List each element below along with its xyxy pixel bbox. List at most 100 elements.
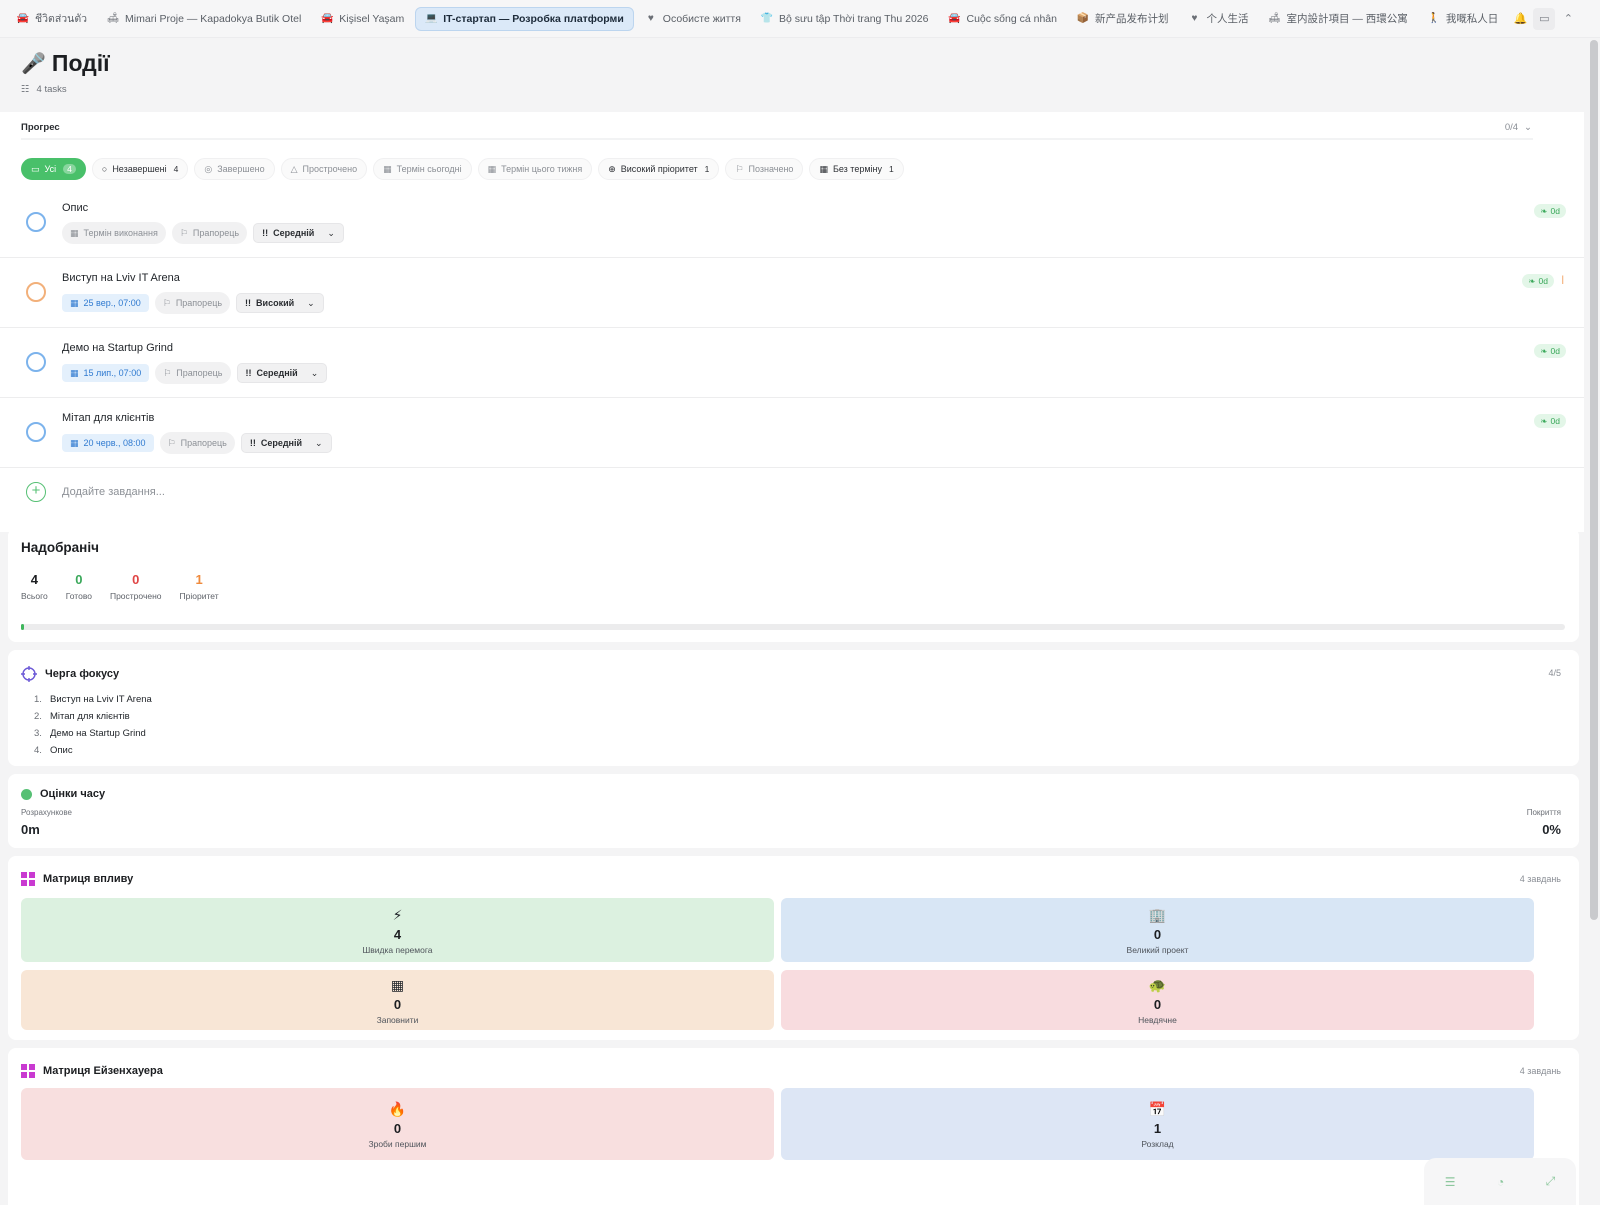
impact-quadrant-0[interactable]: ⚡ 4 Швидка перемога [21,898,774,962]
task-checkbox[interactable] [26,212,46,232]
stat-3: 1 Пріоритет [180,572,219,601]
focus-item-name: Опис [50,745,73,756]
app-window: 🚘 ชีวิตส่วนตัว 🛋 Mimari Proje — Kapadokya B… [0,0,1600,1205]
stat-2: 0 Прострочено [110,572,162,601]
flag-button[interactable]: ⚐ Прапорець [154,292,231,314]
tab-3[interactable]: 💻 IT-стартап — Розробка платформи [415,6,634,31]
timer-icon[interactable]: ◔ [1497,1175,1504,1189]
eisenhower-quadrant-1[interactable]: 📅 1 Розклад [781,1088,1534,1160]
tab-10[interactable]: 🚶 我嘅私人日 [1419,7,1508,31]
impact-quadrant-3[interactable]: 🐢 0 Невдячне [781,970,1534,1030]
add-icon[interactable]: + [26,482,46,502]
due-date-button[interactable]: ▦ Термін виконання [62,222,166,244]
calendar-icon: ▦ [70,297,79,308]
task-name[interactable]: Демо на Startup Grind [62,342,173,354]
task-checkbox[interactable] [26,352,46,372]
due-date-button[interactable]: ▦ 25 вер., 07:00 [62,294,149,312]
priority-select[interactable]: !! Середній ⌄ [253,223,344,243]
calendar-icon: ▦ [70,437,79,448]
task-list-panel: Прогрес 0/4 ⌄ ▭ Усі 4 ○ Незавершені 4 ◎ Заверше… [0,112,1584,532]
stat-value: 4 [30,572,38,587]
focus-item[interactable]: 2. Мітап для клієнтів [34,711,152,722]
task-row[interactable]: Опис ▦ Термін виконання ⚐ Прапорець!! Середні… [0,188,1584,258]
filter-label: Термін сьогодні [396,164,462,174]
priority-select[interactable]: !! Високий ⌄ [236,293,324,313]
tab-9[interactable]: 🛋 室内設計項目 — 西環公寓 [1259,7,1416,31]
task-count-text: 4 tasks [36,84,67,95]
calendar-icon: 📅 [1148,1100,1167,1117]
filter-0[interactable]: ▭ Усі 4 [21,158,86,180]
age-badge: ❧ 0d [1534,204,1566,218]
flag-button[interactable]: ⚐ Прапорець [171,222,248,244]
chevron-down-icon: ⌄ [315,437,323,448]
box-icon: 📦 [1076,13,1090,24]
filter-label: Позначено [748,164,794,174]
scrollbar[interactable] [1590,40,1598,920]
filter-1[interactable]: ○ Незавершені 4 [91,158,189,180]
expand-icon[interactable]: ⤢ [1546,1174,1556,1189]
due-date-button[interactable]: ▦ 15 лип., 07:00 [62,364,150,382]
progress-toggle[interactable]: 0/4 ⌄ [1505,122,1532,133]
impact-quadrant-2[interactable]: ▦ 0 Заповнити [21,970,774,1030]
focus-item[interactable]: 4. Опис [34,745,152,756]
impact-count: 4 завдань [1519,874,1561,884]
tab-0[interactable]: 🚘 ชีวิตส่วนตัว [8,7,96,31]
tab-7[interactable]: 📦 新产品发布计划 [1068,7,1178,31]
tab-8[interactable]: ♥ 个人生活 [1179,7,1257,31]
focus-item[interactable]: 3. Демо на Startup Grind [34,728,152,739]
flag-icon: ⚐ [179,227,188,238]
filter-8[interactable]: ▦ Без терміну 1 [809,158,904,180]
stat-label: Всього [21,591,48,601]
add-task-input[interactable]: Додайте завдання... [62,486,165,498]
task-checkbox[interactable] [26,422,46,442]
time-estimates-header: Оцінки часу [21,788,105,800]
priority-select[interactable]: !! Середній ⌄ [236,363,328,383]
focus-item[interactable]: 1. Виступ на Lviv IT Arena [34,694,152,705]
add-task-row[interactable]: + Додайте завдання... [0,468,1584,526]
list-icon[interactable]: ☰ [1445,1175,1456,1189]
calendar-icon: ▦ [383,163,392,174]
eisenhower-quadrant-0[interactable]: 🔥 0 Зроби першим [21,1088,774,1160]
filter-count: 1 [704,164,710,174]
due-date-button[interactable]: ▦ 20 черв., 08:00 [62,434,154,452]
stat-label: Прострочено [109,591,162,601]
flag-button[interactable]: ⚐ Прапорець [159,432,235,454]
filter-2[interactable]: ◎ Завершено [194,158,275,180]
tab-5[interactable]: 👕 Bộ sưu tập Thời trang Thu 2026 [752,7,938,31]
calendar-icon: ▦ [70,227,79,238]
tab-4[interactable]: ♥ Особисте життя [636,7,750,31]
flag-button[interactable]: ⚐ Прапорець [155,362,231,384]
tab-6[interactable]: 🚘 Cuộc sống cá nhân [939,7,1065,31]
task-name[interactable]: Опис [62,202,88,214]
filter-5[interactable]: ▦ Термін цього тижня [477,158,593,180]
filter-4[interactable]: ▦ Термін сьогодні [373,158,472,180]
task-checkbox[interactable] [26,282,46,302]
filter-3[interactable]: △ Прострочено [280,158,368,180]
task-row[interactable]: Мітап для клієнтів ▦ 20 черв., 08:00 ⚐ Прапо… [0,398,1584,468]
task-name[interactable]: Мітап для клієнтів [62,412,154,424]
filter-7[interactable]: ⚐ Позначено [725,158,804,180]
estimate-value: 0m [21,822,40,837]
task-name[interactable]: Виступ на Lviv IT Arena [62,272,180,284]
tab-1[interactable]: 🛋 Mimari Proje — Kapadokya Butik Otel [98,7,310,31]
task-row[interactable]: Виступ на Lviv IT Arena ▦ 25 вер., 07:00 ⚐ П… [0,258,1584,328]
task-row[interactable]: Демо на Startup Grind ▦ 15 лип., 07:00 ⚐ Пра… [0,328,1584,398]
list-icon: ☷ [21,84,30,95]
time-estimates-title: Оцінки часу [40,788,106,800]
priority-select[interactable]: !! Середній ⌄ [240,433,332,453]
chevron-up-icon[interactable]: ⌃ [1557,8,1579,30]
task-meta: ▦ 20 черв., 08:00 ⚐ Прапорець!! Середній ⌄ [62,432,332,454]
quadrant-count: 1 [1153,1120,1162,1136]
leaf-icon: ❧ [1528,275,1536,286]
sidebar-icon[interactable]: ▭ [1533,7,1556,30]
flag-label: Прапорець [175,298,223,308]
grid-icon [21,872,35,886]
leaf-icon: ❧ [1540,415,1548,426]
building-icon: 🏢 [1148,906,1167,923]
due-date-label: 15 лип., 07:00 [83,368,142,378]
filter-6[interactable]: ⊕ Високий пріоритет 1 [598,158,720,180]
quadrant-label: Заповнити [376,1014,419,1025]
impact-quadrant-1[interactable]: 🏢 0 Великий проект [781,898,1534,962]
bell-icon[interactable]: 🔔 [1509,8,1531,30]
tab-2[interactable]: 🚘 Kişisel Yaşam [312,7,413,31]
